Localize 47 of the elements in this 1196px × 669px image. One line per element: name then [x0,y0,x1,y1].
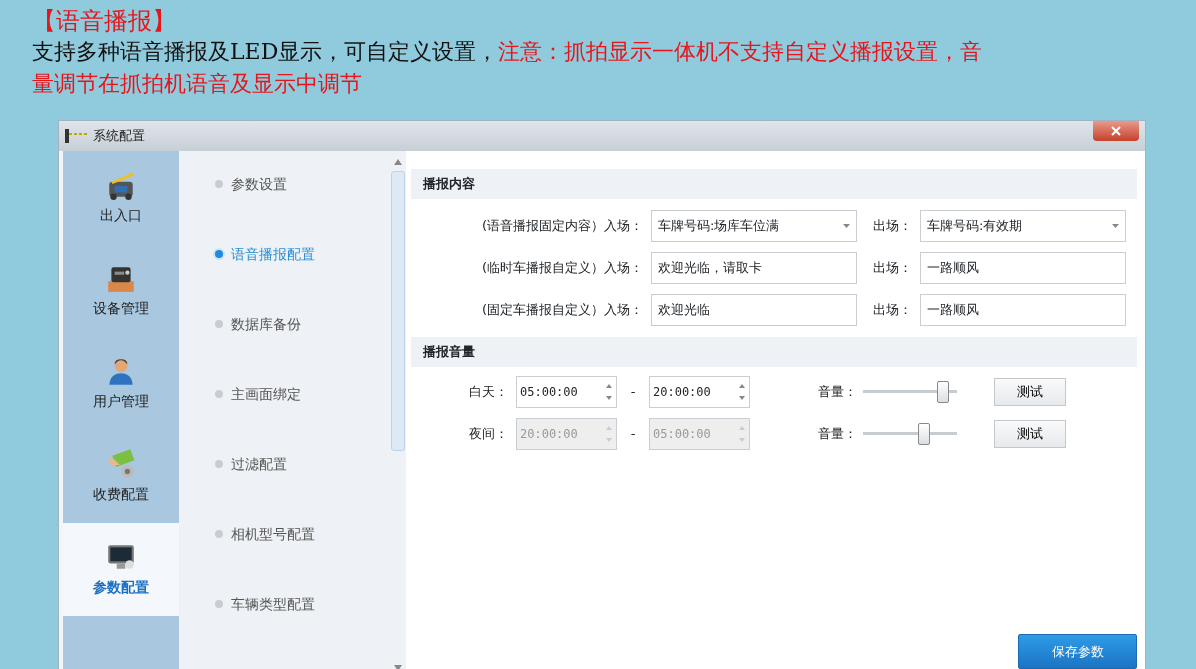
dropdown-arrow-icon[interactable] [1112,224,1119,228]
submenu-item[interactable]: 相机型号配置 [179,524,390,594]
sidebar-item[interactable]: 收费配置 [63,430,179,523]
field-label: 出场： [872,259,913,278]
test-button[interactable]: 测试 [994,378,1066,406]
dropdown[interactable]: 车牌号码:场库车位满 [651,210,857,242]
separator: - [629,383,637,402]
payment-icon [105,448,137,480]
save-button[interactable]: 保存参数 [1018,634,1137,669]
slide-description: 支持多种语音播报及LED显示，可自定义设置，注意：抓拍显示一体机不支持自定义播报设置，音量调节在抓拍机语音及显示中调节 [32,38,984,98]
dropdown-arrow-icon[interactable] [843,224,850,228]
input-field[interactable]: 一路顺风 [920,294,1126,326]
separator: - [629,425,637,444]
time-spinner[interactable]: 20:00:00 [649,376,750,408]
time-spinner[interactable]: 05:00:00 [516,376,617,408]
field-label: 出场： [872,301,913,320]
field-label: 出场： [872,217,913,236]
field-label: 白天： [468,383,509,402]
time-spinner: 20:00:00 [516,418,617,450]
submenu-item[interactable]: 数据库备份 [179,314,390,384]
scroll-up-icon[interactable] [394,159,402,165]
close-button[interactable] [1093,121,1139,141]
close-icon [1111,126,1121,136]
app-icon [65,129,87,143]
dropdown[interactable]: 车牌号码:有效期 [920,210,1126,242]
field-label: 夜间： [468,425,509,444]
section-header: 播报内容 [411,169,1137,199]
input-field[interactable]: 欢迎光临，请取卡 [651,252,857,284]
field-label: (固定车播报自定义）入场： [480,301,644,320]
submenu-item[interactable]: 参数设置 [179,174,390,244]
sidebar-item[interactable]: 出入口 [63,151,179,244]
window-title: 系统配置 [93,127,145,146]
slide-title: 【语音播报】 [32,6,177,36]
submenu-item[interactable]: 过滤配置 [179,454,390,524]
sidebar-item[interactable]: 用户管理 [63,337,179,430]
input-field[interactable]: 欢迎光临 [651,294,857,326]
field-label: 音量： [817,425,857,444]
section-header: 播报音量 [411,337,1137,367]
field-label: (语音播报固定内容）入场： [480,217,644,236]
submenu-item[interactable]: 车辆类型配置 [179,594,390,664]
input-field[interactable]: 一路顺风 [920,252,1126,284]
time-spinner: 05:00:00 [649,418,750,450]
field-label: 音量： [817,383,857,402]
field-label: (临时车播报自定义）入场： [480,259,644,278]
sidebar-item[interactable]: 参数配置 [63,523,179,616]
submenu-item[interactable]: 主画面绑定 [179,384,390,454]
sidebar-item[interactable]: 设备管理 [63,244,179,337]
